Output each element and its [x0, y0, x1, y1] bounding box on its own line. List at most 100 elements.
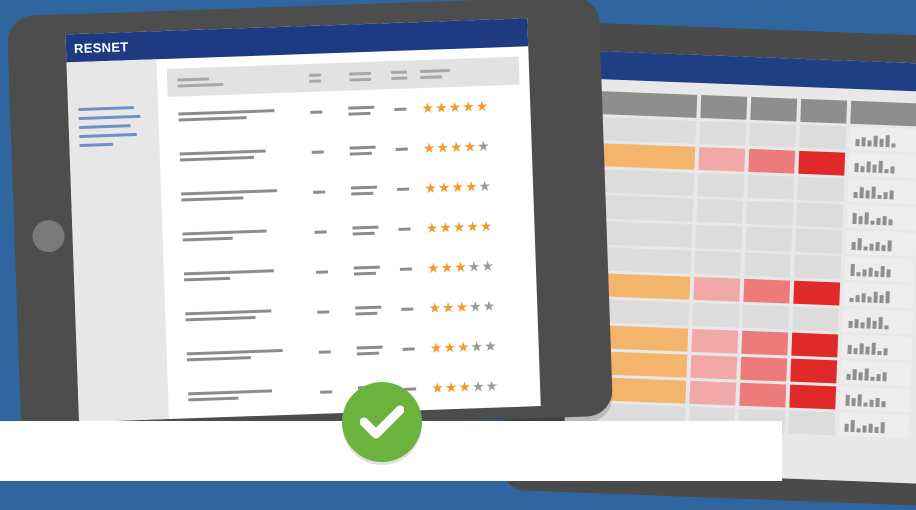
star-icon: ★	[461, 98, 475, 115]
star-icon: ★	[467, 258, 481, 275]
sparkline-cell	[840, 360, 912, 387]
star-icon: ★	[482, 297, 496, 315]
star-icon: ★	[421, 99, 435, 117]
spreadsheet-cell	[749, 122, 797, 148]
spreadsheet-cell	[691, 328, 739, 354]
spreadsheet-cell	[793, 280, 841, 306]
spreadsheet-cell	[795, 228, 843, 254]
spreadsheet-cell	[690, 354, 738, 380]
star-icon: ★	[464, 178, 478, 195]
spreadsheet-cell	[692, 302, 740, 328]
star-icon: ★	[483, 337, 497, 354]
item-title	[174, 265, 303, 284]
star-icon: ★	[440, 259, 454, 276]
star-icon: ★	[458, 378, 472, 395]
sparkline-cell	[841, 334, 913, 361]
sidebar-item[interactable]	[78, 106, 135, 112]
spreadsheet-cell	[696, 198, 744, 224]
spreadsheet-cell	[794, 254, 842, 280]
spreadsheet-cell	[744, 252, 792, 278]
spreadsheet-cell	[792, 306, 840, 332]
sidebar-menu	[66, 59, 170, 423]
sidebar-item[interactable]	[79, 132, 138, 139]
sparkline-cell	[844, 256, 916, 283]
star-rating: ★ ★ ★ ★ ★	[415, 98, 520, 116]
sparkline-cell	[847, 178, 916, 205]
star-icon: ★	[453, 258, 467, 275]
star-icon: ★	[425, 219, 439, 236]
check-icon	[342, 382, 422, 462]
spreadsheet-grid	[564, 90, 916, 445]
spreadsheet-header-bar	[577, 50, 916, 96]
illustration-scene: RESNET ★ ★ ★ ★ ★ ★ ★ ★ ★ ★ ★ ★ ★ ★ ★ ★ ★…	[0, 0, 916, 510]
item-title	[178, 385, 307, 404]
star-icon: ★	[476, 137, 490, 155]
spreadsheet-cell	[742, 304, 790, 330]
sparkline-cell	[838, 412, 910, 439]
item-title	[175, 305, 304, 324]
spreadsheet-cell	[799, 124, 847, 150]
star-icon: ★	[444, 378, 458, 396]
item-title	[177, 345, 306, 364]
spreadsheet-cell	[745, 226, 793, 252]
star-icon: ★	[485, 377, 499, 394]
star-rating: ★ ★ ★ ★ ★	[422, 297, 527, 316]
spreadsheet-cell	[689, 380, 737, 406]
item-title	[168, 105, 297, 124]
star-icon: ★	[436, 139, 450, 156]
star-icon: ★	[434, 99, 448, 116]
spreadsheet-cell	[789, 384, 837, 410]
spreadsheet-cell	[746, 200, 794, 226]
star-icon: ★	[428, 299, 442, 316]
star-rating: ★ ★ ★ ★ ★	[419, 218, 524, 236]
sidebar-item[interactable]	[79, 142, 114, 148]
spreadsheet-cell	[791, 332, 839, 358]
sidebar-item[interactable]	[78, 114, 141, 121]
star-icon: ★	[426, 259, 440, 276]
star-icon: ★	[466, 218, 480, 235]
star-icon: ★	[441, 299, 455, 316]
spreadsheet-cell	[747, 174, 795, 200]
star-icon: ★	[475, 97, 489, 115]
spreadsheet-cell	[739, 382, 787, 408]
sparkline-cell	[845, 230, 916, 257]
spreadsheet-cell	[694, 250, 742, 276]
star-icon: ★	[438, 219, 453, 236]
spreadsheet-cell	[797, 176, 845, 202]
spreadsheet-cell	[788, 410, 836, 436]
spreadsheet-cell	[796, 202, 844, 228]
star-icon: ★	[437, 179, 451, 196]
star-icon: ★	[468, 298, 482, 315]
spreadsheet-cell	[790, 358, 838, 384]
spreadsheet-cell	[700, 95, 748, 120]
star-icon: ★	[470, 338, 484, 355]
star-icon: ★	[429, 339, 443, 356]
item-title	[171, 185, 300, 204]
spreadsheet-cell	[699, 120, 747, 146]
star-icon: ★	[478, 177, 492, 195]
spreadsheet-cell	[743, 278, 791, 304]
star-icon: ★	[423, 179, 438, 196]
sparkline-cell	[848, 152, 916, 179]
star-icon: ★	[422, 139, 436, 157]
star-icon: ★	[479, 217, 493, 235]
sidebar-item[interactable]	[78, 124, 131, 130]
brand-logo: RESNET	[73, 38, 129, 56]
spreadsheet-cell	[800, 98, 848, 124]
star-icon: ★	[452, 218, 466, 236]
sparkline-cell	[839, 386, 911, 413]
tablet-screen: RESNET ★ ★ ★ ★ ★ ★ ★ ★ ★ ★ ★ ★ ★ ★ ★ ★ ★…	[65, 18, 541, 423]
star-icon: ★	[448, 98, 462, 116]
star-rating: ★ ★ ★ ★ ★	[425, 377, 530, 396]
star-icon: ★	[451, 178, 465, 196]
star-icon: ★	[430, 379, 445, 396]
star-icon: ★	[443, 338, 457, 356]
star-icon: ★	[455, 298, 469, 315]
home-button-icon	[31, 219, 66, 253]
star-rating: ★ ★ ★ ★ ★	[424, 337, 529, 356]
star-icon: ★	[456, 338, 470, 355]
sparkline-cell	[849, 126, 916, 153]
star-icon: ★	[463, 138, 477, 155]
star-rating: ★ ★ ★ ★ ★	[417, 138, 522, 156]
star-rating: ★ ★ ★ ★ ★	[418, 178, 523, 196]
